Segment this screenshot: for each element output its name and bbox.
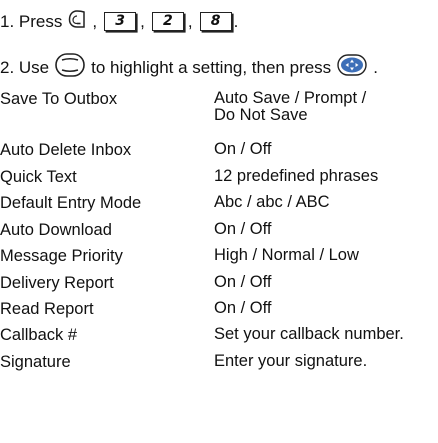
menu-key-icon xyxy=(68,9,86,35)
comma: , xyxy=(140,12,145,31)
key-2-icon: 2 xyxy=(151,11,184,31)
setting-value: Auto Save / Prompt / Do Not Save xyxy=(214,89,367,124)
setting-value: On / Off xyxy=(214,273,272,291)
setting-value: On / Off xyxy=(214,140,272,158)
key-8-icon: 8 xyxy=(199,11,232,31)
navigation-key-icon xyxy=(55,53,85,83)
instruction-document: 1. Press , 3 , 2 , 8 . 2. Use to highlig… xyxy=(0,0,438,443)
setting-value: Set your callback number. xyxy=(214,325,404,343)
setting-label: Default Entry Mode xyxy=(0,194,142,212)
step-1-prefix: 1. Press xyxy=(0,12,63,31)
step-1-instruction: 1. Press , 3 , 2 , 8 . xyxy=(0,9,238,35)
step-2-prefix: 2. Use xyxy=(0,58,50,77)
setting-label: Signature xyxy=(0,353,71,371)
setting-label: Read Report xyxy=(0,300,94,318)
key-3-icon: 3 xyxy=(104,11,137,31)
step-2-middle: to highlight a setting, then press xyxy=(91,58,332,77)
setting-value: On / Off xyxy=(214,220,272,238)
period: . xyxy=(233,12,239,31)
setting-label: Save To Outbox xyxy=(0,90,118,108)
setting-value: Enter your signature. xyxy=(214,352,368,370)
setting-label: Auto Delete Inbox xyxy=(0,141,132,159)
step-2-instruction: 2. Use to highlight a setting, then pres… xyxy=(0,53,378,83)
comma: , xyxy=(187,12,193,31)
period: . xyxy=(373,58,378,77)
setting-label: Callback # xyxy=(0,326,78,344)
setting-value: Abc / abc / ABC xyxy=(214,193,330,211)
setting-label: Auto Download xyxy=(0,221,112,239)
ok-key-icon xyxy=(337,54,367,82)
setting-value: On / Off xyxy=(214,299,272,317)
setting-value: 12 predefined phrases xyxy=(214,167,379,185)
setting-label: Message Priority xyxy=(0,247,123,265)
setting-value: High / Normal / Low xyxy=(214,246,359,264)
setting-label: Quick Text xyxy=(0,168,77,186)
comma: , xyxy=(92,12,98,31)
setting-label: Delivery Report xyxy=(0,274,114,292)
